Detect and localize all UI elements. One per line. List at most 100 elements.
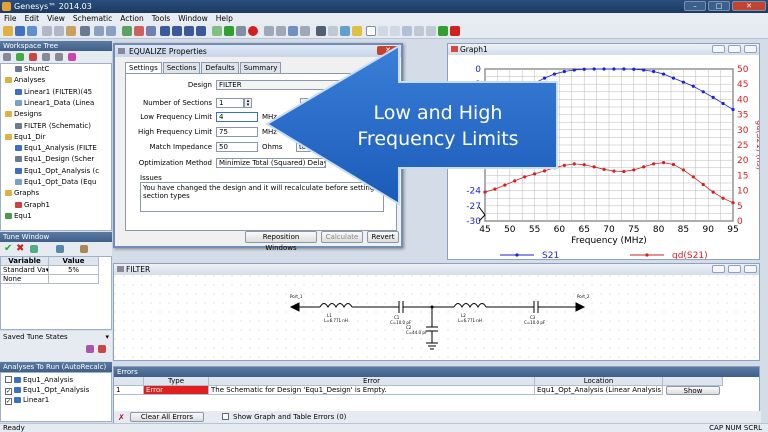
menu-view[interactable]: View [43,13,69,23]
remove-icon[interactable] [29,53,37,61]
tune-cancel-icon[interactable]: ✖ [16,243,24,254]
analysis-run-item[interactable]: ✓ Equ1_Opt_Analysis [5,386,89,395]
filter-maximize-button[interactable] [728,265,741,273]
pointer-icon[interactable] [366,26,376,36]
tree-item[interactable]: Linear1 (FILTER)(45 [15,88,92,96]
run-icon[interactable] [224,26,234,36]
tree-item[interactable]: Analyses [5,76,45,84]
bookmark-icon[interactable] [68,53,76,61]
sections-spinner[interactable]: ▴ ▾ [244,98,252,108]
saved-tune-apply-icon[interactable] [86,345,94,353]
paste-icon[interactable] [66,26,76,36]
save-all-icon[interactable] [27,26,37,36]
high-freq-input[interactable]: 75 [216,127,258,137]
clear-all-errors-button[interactable]: Clear All Errors [130,412,204,422]
analysis-checkbox[interactable]: ✓ [5,398,12,405]
new-graph-icon[interactable] [134,26,144,36]
revert-button[interactable]: Revert [367,231,399,243]
ground-icon[interactable] [352,26,362,36]
pan-icon[interactable] [402,26,412,36]
cut-icon[interactable] [42,26,52,36]
board-icon[interactable] [172,26,182,36]
tool-a-icon[interactable] [264,26,274,36]
menu-file[interactable]: File [0,13,21,23]
tree-item[interactable]: Graph1 [15,201,50,209]
zoom-fit-icon[interactable] [390,26,400,36]
graph-maximize-button[interactable] [728,45,741,53]
analysis-run-item[interactable]: ✓ Linear1 [5,396,49,405]
low-freq-input[interactable]: 4 [216,112,258,122]
properties-icon[interactable] [55,53,63,61]
tune-restore-icon[interactable] [80,245,88,253]
delete-icon[interactable] [450,26,460,36]
marker-icon[interactable] [426,26,436,36]
zoom-in-icon[interactable] [340,26,350,36]
tune-icon[interactable] [212,26,222,36]
filter-close-button[interactable] [744,265,757,273]
maximize-button[interactable]: □ [708,1,730,11]
tab-settings[interactable]: Settings [125,62,162,73]
tool-d-icon[interactable] [300,26,310,36]
tab-sections[interactable]: Sections [162,62,201,73]
show-error-button[interactable]: Show [666,386,720,395]
reposition-windows-button[interactable]: Reposition Windows [245,231,317,252]
sections-input[interactable]: 1 [216,98,244,108]
tree-item[interactable]: Designs [5,110,42,118]
graph-close-button[interactable] [744,45,757,53]
tree-item[interactable]: Equ1_Design (Scher [15,155,94,163]
new-schematic-icon[interactable] [122,26,132,36]
grid-icon[interactable] [184,26,194,36]
analysis-checkbox[interactable] [5,376,12,383]
tune-check-icon[interactable]: ✔ [4,243,12,254]
tree-item[interactable]: FILTER (Schematic) [15,122,91,130]
check-icon[interactable] [438,26,448,36]
layout-icon[interactable] [160,26,170,36]
analysis-run-item[interactable]: Equ1_Analysis [5,376,73,384]
tile-icon[interactable] [196,26,206,36]
wire-icon[interactable] [328,26,338,36]
menu-tools[interactable]: Tools [148,13,174,23]
new-icon[interactable] [16,53,24,61]
copy-icon[interactable] [54,26,64,36]
step-icon[interactable] [236,26,246,36]
tool-c-icon[interactable] [288,26,298,36]
graph-minimize-button[interactable] [712,45,725,53]
close-button[interactable]: ✕ [732,1,766,11]
impedance-input[interactable]: 50 [216,142,258,152]
saved-tune-dropdown-icon[interactable]: ▾ [105,333,109,341]
copy-item-icon[interactable] [42,53,50,61]
stop-icon[interactable] [248,26,258,36]
save-icon[interactable] [15,26,25,36]
menu-help[interactable]: Help [212,13,237,23]
tree-item[interactable]: ShuntC [15,65,49,73]
menu-edit[interactable]: Edit [21,13,44,23]
analysis-checkbox[interactable]: ✓ [5,388,12,395]
zoom-icon[interactable] [378,26,388,36]
tree-item[interactable]: Equ1 [5,212,32,220]
tune-slider-icon[interactable] [30,245,38,253]
tree-item[interactable]: Equ1_Opt_Data (Equ [15,178,96,186]
text-icon[interactable] [414,26,424,36]
tab-defaults[interactable]: Defaults [201,62,239,73]
add-icon[interactable] [3,53,11,61]
minimize-button[interactable]: – [684,1,706,11]
tree-item[interactable]: Graphs [5,189,39,197]
tune-value-cell-2[interactable] [49,275,99,284]
tune-variable-cell[interactable]: Standard Va▾ [1,266,49,275]
menu-schematic[interactable]: Schematic [69,13,116,23]
undo-icon[interactable] [94,26,104,36]
menu-window[interactable]: Window [174,13,212,23]
tree-item[interactable]: Linear1_Data (Linea [15,99,94,107]
new-table-icon[interactable] [146,26,156,36]
tree-item[interactable]: Equ1_Opt_Analysis (c [15,167,99,175]
saved-tune-delete-icon[interactable] [98,345,106,353]
schematic-canvas[interactable]: Port_1 L1 L=6.771 nH C1 C=10.0 pF L2 L=6… [114,275,759,360]
print-icon[interactable] [80,26,90,36]
show-graph-errors-checkbox[interactable] [222,413,229,420]
filter-minimize-button[interactable] [712,265,725,273]
tune-save-icon[interactable] [56,245,64,253]
tool-b-icon[interactable] [276,26,286,36]
calculate-button[interactable]: Calculate [321,231,363,243]
menu-action[interactable]: Action [116,13,148,23]
tune-variable-cell-2[interactable]: None [1,275,49,284]
